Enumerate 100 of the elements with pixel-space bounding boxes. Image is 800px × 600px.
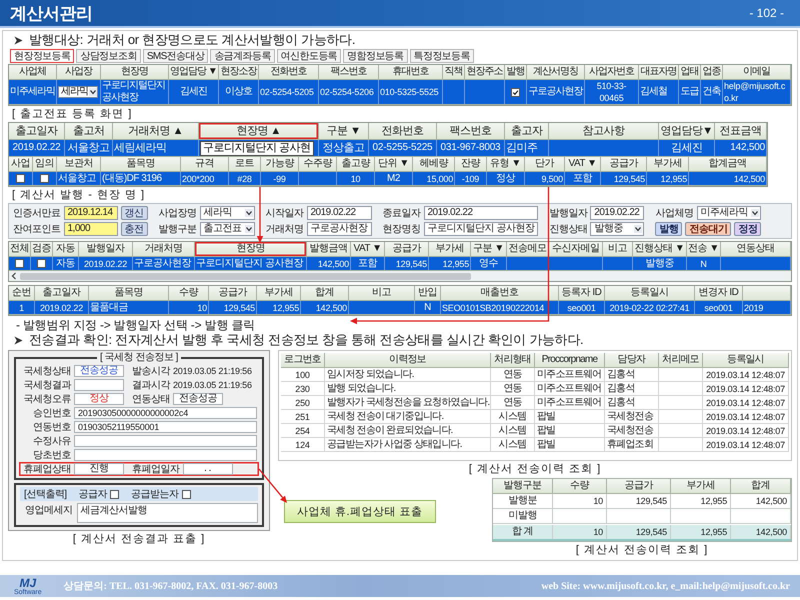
text-field[interactable]: 구로디지털단지 공사현장 (424, 222, 538, 236)
text-field[interactable]: 2019.12.14 (64, 206, 118, 220)
button[interactable]: 충전 (120, 222, 148, 236)
button[interactable]: 발행 (655, 222, 682, 236)
checkbox[interactable] (182, 490, 191, 498)
text-field[interactable]: 01903052119550001 (74, 421, 257, 433)
bullet-arrow-icon (14, 36, 23, 44)
table-row[interactable]: 2019.02.22 서울창고 세림세라믹 구로디지털단지 공사현 정상출고 02-5255-5225 031-967-8003 김미주 김세진 142,500 (9, 140, 767, 157)
text-field[interactable]: 전송성공 (173, 393, 223, 405)
checkbox[interactable] (37, 259, 46, 268)
cell-dropdown[interactable]: 세라믹 (58, 86, 98, 98)
text-field[interactable]: 전송성공 (74, 365, 124, 377)
column-header: 업태 (679, 65, 701, 80)
button[interactable]: 갱신 (120, 206, 148, 220)
column-header: 합계 (301, 286, 349, 301)
tab[interactable]: 특정정보등록 (410, 49, 474, 63)
column-header: 공급가 (601, 157, 647, 172)
text-field[interactable] (74, 435, 257, 447)
text-field[interactable]: 201903050000000000002c4 (74, 407, 257, 419)
column-header: 발행금액 (307, 242, 351, 257)
table-cell: 02-5254-5205 (259, 80, 319, 104)
field-label: 국세청오류 (22, 393, 71, 406)
table-cell: 010-5325-5525 (379, 80, 443, 104)
text-field[interactable] (74, 449, 257, 461)
tab[interactable]: 상담정보조회 (76, 49, 141, 63)
column-header: VAT ▼ (351, 242, 385, 257)
text-field[interactable]: 1,000 (64, 222, 118, 236)
tab[interactable]: 현장정보등록 (10, 49, 74, 63)
dropdown[interactable]: 발행중 (590, 222, 644, 236)
tab[interactable]: 송금계좌등록 (210, 49, 275, 63)
checkbox[interactable] (16, 174, 25, 183)
column-header: 등록일시 (605, 286, 695, 301)
text-field[interactable]: 진행 (74, 463, 124, 475)
table-cell: seo001 (559, 301, 605, 314)
caret-icon (89, 88, 97, 96)
scrollbar-thumb[interactable] (20, 272, 472, 280)
column-header: 진행상태 ▼ (633, 242, 687, 257)
table-cell: 김홍석 (605, 368, 659, 381)
table-cell: 미발행 (493, 509, 553, 523)
text-field[interactable]: 2019.02.22 (306, 206, 372, 220)
column-header: 참고사항 (549, 123, 659, 140)
column-header: 비고 (349, 286, 415, 301)
table-cell: N (687, 257, 721, 270)
text-field[interactable] (74, 379, 124, 391)
table-cell: 김미주 (505, 140, 549, 156)
caret-icon (634, 225, 642, 233)
dropdown[interactable]: 출고전표 (200, 222, 254, 236)
scroll-left-icon[interactable] (11, 272, 17, 280)
text-field[interactable]: 구로공사현장 (306, 222, 372, 236)
column-header: 잔량 (455, 157, 487, 172)
table-cell: 124 (281, 438, 325, 451)
result-text: 전송결과 확인: 전자계산서 발행 후 국세청 전송정보 창을 통해 전송상태를 실시간 확인이 가능하다. (29, 331, 584, 349)
text-field[interactable]: . . (182, 463, 232, 475)
dropdown[interactable]: 미주세라믹 (696, 206, 762, 220)
column-header: 전송 ▼ (687, 242, 721, 257)
table-row[interactable]: 1 2019.02.22 물품대금 10 129,545 12,955 142,500 N SEO0101SB20190222014 seo001 2019-02-22 02:27:41 seo001 2019 (9, 301, 791, 315)
table-cell: 구로공사현장 (527, 80, 585, 104)
column-header: 이메일 (723, 65, 791, 80)
table-cell: 미주세라믹 (9, 80, 57, 104)
dropdown[interactable]: 세라믹 (200, 206, 254, 220)
cell-edit-field[interactable]: 구로디지털단지 공사현 (200, 140, 314, 156)
table-row[interactable]: 서울창고 (대동)DF 3196 200*200 #28 -99 10 M2 15,000 -109 정상 9,500 포함 129,545 12,955 142,500 (9, 172, 767, 186)
tab[interactable]: 명함정보등록 (343, 49, 408, 63)
table-cell: 서울창고 (65, 140, 113, 156)
button[interactable]: 전송대기 (685, 222, 732, 236)
text-field[interactable]: 2019.02.22 (424, 206, 538, 220)
contact-text: 상담문의: TEL. 031-967-8002, FAX. 031-967-8003 (64, 580, 278, 593)
page-number: - 102 - (749, 6, 784, 20)
section-caption: [ 출고전표 등록 화면 ] (12, 108, 134, 121)
column-header: 검증 (31, 242, 53, 257)
table-cell: 142,500 (307, 257, 351, 270)
column-header: 현장소장 (219, 65, 259, 80)
field-label: 인증서만료 (13, 207, 60, 220)
table-cell: 2019.03.14 12:48:07 (703, 382, 789, 395)
table-cell: #28 (229, 172, 261, 185)
tab[interactable]: 여신한도등록 (276, 49, 342, 63)
checkbox[interactable] (110, 490, 120, 498)
field-label: 진행상태 (549, 223, 588, 236)
button[interactable]: 정정 (734, 222, 762, 236)
checkbox[interactable] (40, 174, 49, 183)
message-field[interactable]: 세금계산서발행 (76, 503, 258, 523)
table-cell: 200*200 (181, 172, 229, 185)
text-field[interactable]: 2019.02.22 (590, 206, 644, 220)
table-cell: 12,955 (671, 494, 731, 508)
table-cell: 1 (9, 301, 35, 314)
table-cell: 자동 (53, 257, 79, 270)
column-header: 품목명 (101, 157, 181, 172)
pointer-arrow (256, 187, 264, 243)
column-header: 부가세 (671, 479, 731, 494)
checkbox[interactable] (511, 88, 520, 96)
table-cell: 129,545 (607, 494, 671, 508)
column-header: 구분 ▼ (319, 123, 369, 140)
table-cell: 02-5255-5225 (369, 140, 437, 156)
column-header: 영업담당▼ (659, 123, 715, 140)
table-cell: 세림세라믹 (113, 140, 199, 156)
tab[interactable]: SMS전송대상 (142, 49, 208, 63)
column-header: 부가세 (257, 286, 301, 301)
table-row[interactable]: 자동 2019.02.22 구로공사현장 구로디지털단지 공사현장 142,500 포함 129,545 12,955 영수 발행중 N (9, 257, 791, 271)
text-field[interactable]: 정상 (74, 393, 124, 405)
checkbox[interactable] (15, 259, 24, 268)
